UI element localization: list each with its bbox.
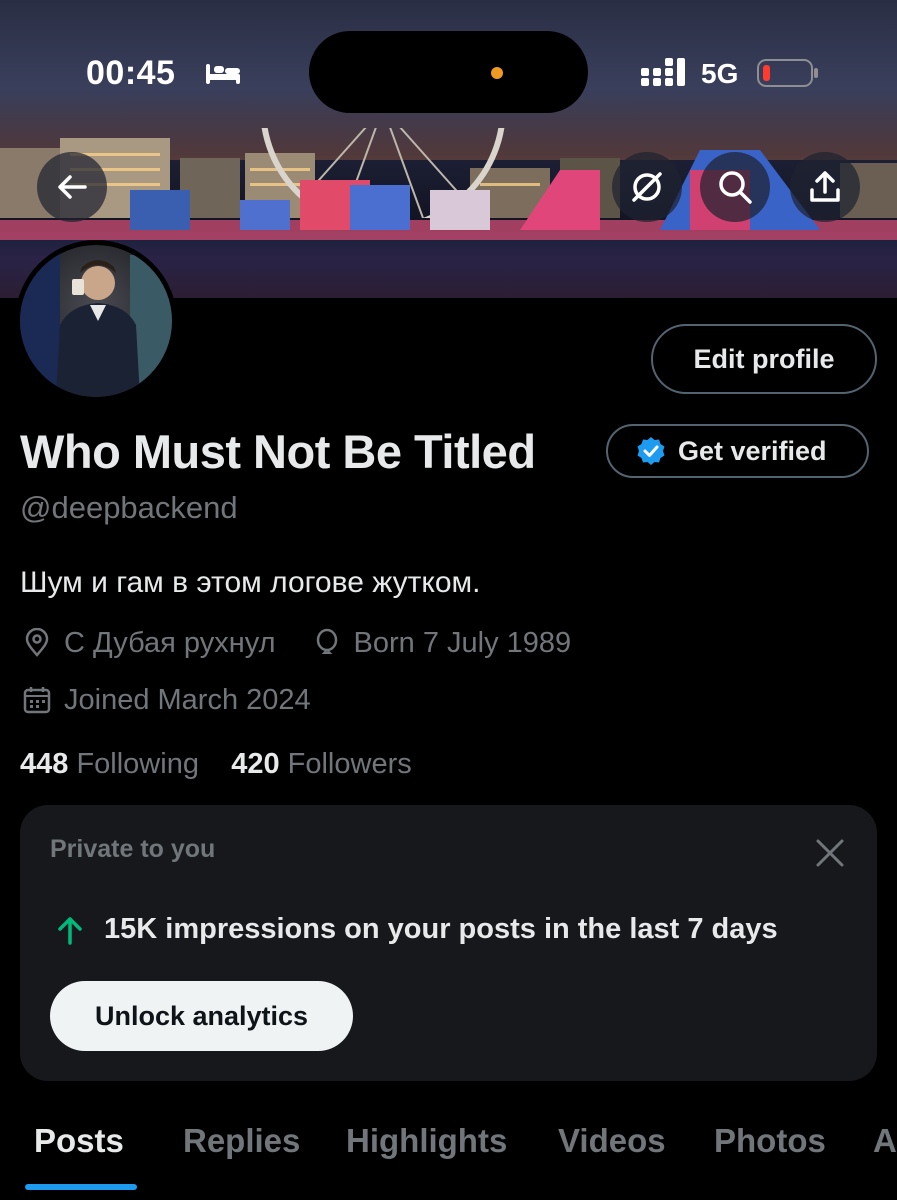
back-button[interactable] <box>37 152 107 222</box>
user-handle: @deepbackend <box>20 490 238 525</box>
tab-posts[interactable]: Posts <box>34 1122 124 1160</box>
network-type: 5G <box>701 58 739 89</box>
grok-button[interactable] <box>612 152 682 222</box>
privacy-indicator-dot <box>491 67 503 79</box>
unlock-analytics-button[interactable]: Unlock analytics <box>50 981 353 1051</box>
display-name: Who Must Not Be Titled <box>20 425 536 478</box>
active-tab-indicator <box>25 1184 137 1190</box>
calendar-icon <box>20 683 54 717</box>
get-verified-label: Get verified <box>678 435 827 466</box>
tab-photos[interactable]: Photos <box>714 1122 826 1160</box>
following-count: 448 <box>20 748 69 780</box>
balloon-icon <box>310 626 344 660</box>
edit-profile-button[interactable]: Edit profile <box>651 324 877 394</box>
location-text: С Дубая рухнул <box>64 626 276 659</box>
followers-label: Followers <box>287 748 412 780</box>
back-arrow-icon <box>58 175 87 199</box>
following-link[interactable]: 448 Following <box>20 748 199 780</box>
impressions-text: 15K impressions on your posts in the las… <box>104 913 778 945</box>
share-button[interactable] <box>790 152 860 222</box>
location-pin-icon <box>20 626 54 660</box>
bed-icon <box>206 64 240 84</box>
status-time: 00:45 <box>86 54 176 92</box>
signal-icon <box>641 58 685 86</box>
verified-badge-icon <box>637 437 665 465</box>
tab-articles-partial[interactable]: A <box>873 1122 897 1160</box>
close-icon[interactable] <box>812 835 848 871</box>
user-bio: Шум и гам в этом логове жутком. <box>20 566 481 599</box>
profile-meta-row: С Дубая рухнул Born 7 July 1989 <box>20 626 571 660</box>
tab-highlights[interactable]: Highlights <box>346 1122 507 1160</box>
avatar-photo <box>20 245 172 397</box>
battery-icon <box>757 59 818 87</box>
search-button[interactable] <box>700 152 770 222</box>
grok-icon <box>632 172 662 202</box>
card-title: Private to you <box>50 835 216 863</box>
dynamic-island <box>309 31 588 113</box>
share-icon <box>810 171 840 202</box>
tab-replies[interactable]: Replies <box>183 1122 300 1160</box>
followers-count: 420 <box>231 748 280 780</box>
search-icon <box>719 171 752 204</box>
profile-tabs: Posts Replies Highlights Videos Photos A <box>0 1110 897 1200</box>
arrow-up-icon <box>58 916 82 945</box>
profile-joined-row: Joined March 2024 <box>20 683 311 717</box>
get-verified-button[interactable]: Get verified <box>606 424 869 478</box>
birthday-text: Born 7 July 1989 <box>353 626 572 659</box>
following-label: Following <box>76 748 199 780</box>
joined-text: Joined March 2024 <box>64 683 311 716</box>
avatar[interactable] <box>15 240 177 402</box>
impressions-stat: 15K impressions on your posts in the las… <box>54 913 778 946</box>
follow-stats: 448 Following 420 Followers <box>20 748 412 781</box>
analytics-card: Private to you 15K impressions on your p… <box>20 805 877 1081</box>
tab-videos[interactable]: Videos <box>558 1122 666 1160</box>
followers-link[interactable]: 420 Followers <box>231 748 412 780</box>
